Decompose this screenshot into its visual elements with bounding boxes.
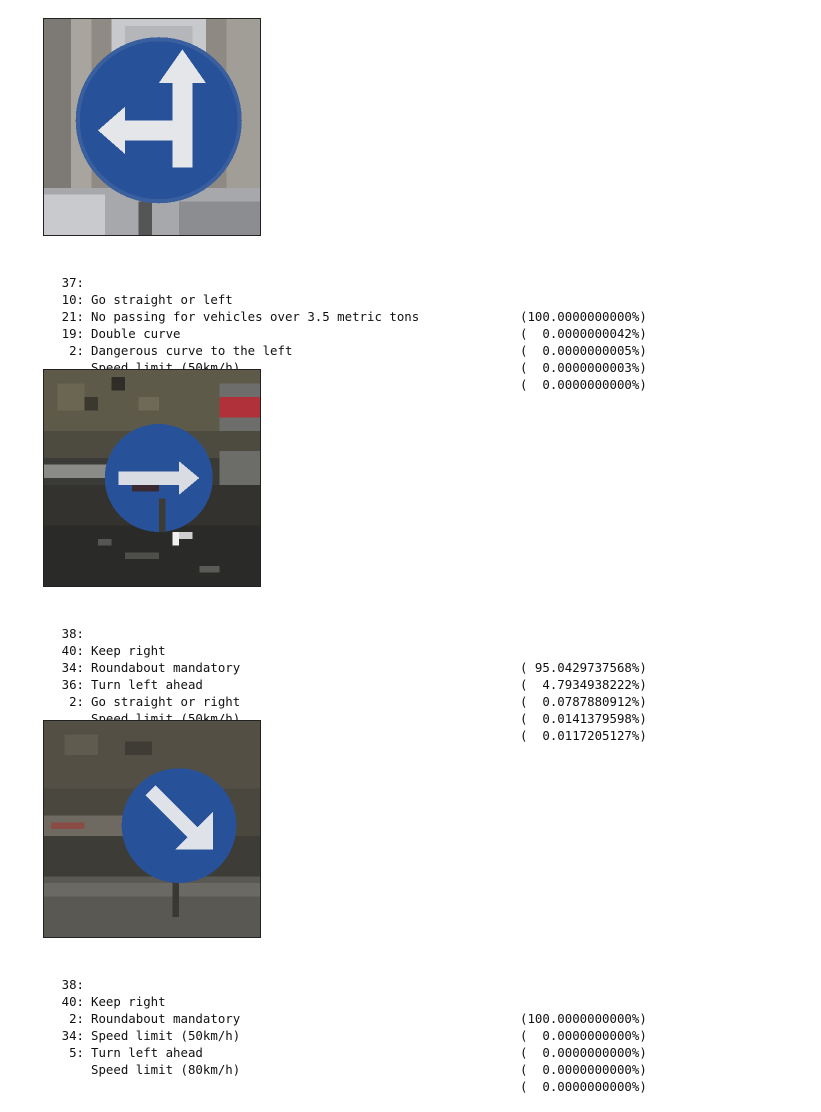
probability: ( 0.0787880912%) bbox=[520, 694, 647, 709]
probability: ( 0.0141379598%) bbox=[520, 711, 647, 726]
prediction-row: 37: Go straight or left (100.0000000000%… bbox=[0, 257, 821, 324]
probability: ( 0.0000000005%) bbox=[520, 343, 647, 358]
prediction-row: 40: Roundabout mandatory ( 4.7934938222%… bbox=[0, 625, 821, 692]
prediction-row: 2: Speed limit (50km/h) ( 0.0117205127%) bbox=[0, 676, 821, 743]
prediction-row: 38: Keep right (100.0000000000%) bbox=[0, 959, 821, 1026]
probability: ( 0.0000000000%) bbox=[520, 1062, 647, 1077]
prediction-row: 5: Speed limit (80km/h) ( 0.0000000000%) bbox=[0, 1027, 821, 1094]
class-label: Speed limit (80km/h) bbox=[91, 1062, 241, 1077]
class-id: 2: bbox=[69, 343, 84, 358]
traffic-sign-image-1 bbox=[43, 18, 261, 236]
class-id: 5: bbox=[69, 1045, 84, 1060]
class-label: Dangerous curve to the left bbox=[91, 343, 293, 358]
prediction-list-3: 38: Keep right (100.0000000000%) 40: Rou… bbox=[0, 959, 821, 1094]
prediction-row: 36: Go straight or right ( 0.0141379598%… bbox=[0, 659, 821, 726]
probability: ( 0.0117205127%) bbox=[520, 728, 647, 743]
prediction-row: 21: Double curve ( 0.0000000005%) bbox=[0, 291, 821, 358]
prediction-row: 2: Speed limit (50km/h) ( 0.0000000000%) bbox=[0, 325, 821, 392]
probability: ( 0.0000000003%) bbox=[520, 360, 647, 375]
prediction-row: 40: Roundabout mandatory ( 0.0000000000%… bbox=[0, 976, 821, 1043]
probability: ( 0.0000000000%) bbox=[520, 1079, 647, 1094]
prediction-row: 34: Turn left ahead ( 0.0787880912%) bbox=[0, 642, 821, 709]
prediction-row: 2: Speed limit (50km/h) ( 0.0000000000%) bbox=[0, 993, 821, 1060]
traffic-sign-image-3 bbox=[43, 720, 261, 938]
prediction-row: 19: Dangerous curve to the left ( 0.0000… bbox=[0, 308, 821, 375]
class-id: 2: bbox=[69, 694, 84, 709]
prediction-list-1: 37: Go straight or left (100.0000000000%… bbox=[0, 257, 821, 392]
prediction-list-2: 38: Keep right ( 95.0429737568%) 40: Rou… bbox=[0, 608, 821, 743]
probability: ( 0.0000000000%) bbox=[520, 377, 647, 392]
class-label: Turn left ahead bbox=[91, 1045, 203, 1060]
traffic-sign-image-2 bbox=[43, 369, 261, 587]
prediction-row: 34: Turn left ahead ( 0.0000000000%) bbox=[0, 1010, 821, 1077]
prediction-row: 38: Keep right ( 95.0429737568%) bbox=[0, 608, 821, 675]
probability: ( 0.0000000000%) bbox=[520, 1045, 647, 1060]
class-label: Go straight or right bbox=[91, 694, 241, 709]
prediction-row: 10: No passing for vehicles over 3.5 met… bbox=[0, 274, 821, 341]
